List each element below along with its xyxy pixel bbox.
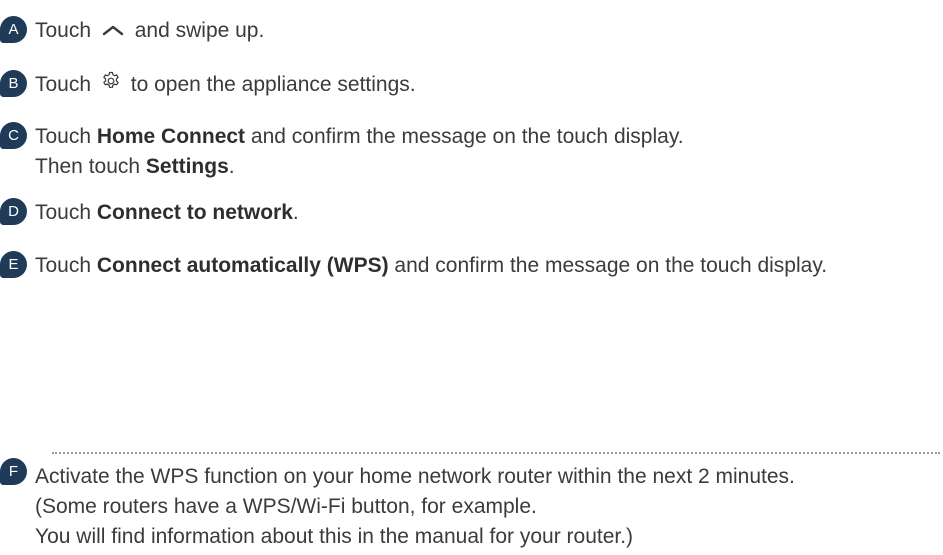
- step-b: B Touch to open the appliance settings.: [0, 70, 416, 100]
- step-d-bold: Connect to network: [96, 201, 293, 224]
- step-d: D Touch Connect to network.: [0, 198, 299, 228]
- step-b-post: to open the appliance settings.: [130, 73, 416, 96]
- step-b-pre: Touch: [35, 73, 92, 96]
- step-badge-c: C: [0, 122, 27, 149]
- step-c-text: Touch Home Connect and confirm the messa…: [35, 122, 684, 182]
- step-badge-f: F: [0, 458, 27, 485]
- step-badge-a: A: [0, 16, 27, 43]
- step-badge-e: E: [0, 251, 27, 278]
- step-badge-b: B: [0, 70, 27, 97]
- step-e-bold: Connect automatically (WPS): [96, 254, 389, 277]
- step-e-text: Touch Connect automatically (WPS) and co…: [35, 251, 827, 281]
- step-c-pre: Touch: [35, 125, 97, 148]
- step-d-post: .: [292, 201, 299, 224]
- step-e: E Touch Connect automatically (WPS) and …: [0, 251, 827, 281]
- step-a-pre: Touch: [35, 19, 92, 42]
- step-a: A Touch and swipe up.: [0, 16, 264, 46]
- step-c-line2-pre: Then touch: [35, 155, 146, 178]
- step-b-text: Touch to open the appliance settings.: [35, 70, 416, 100]
- step-e-post: and confirm the message on the touch dis…: [388, 254, 828, 277]
- step-d-text: Touch Connect to network.: [35, 198, 299, 228]
- gear-icon: [101, 70, 121, 100]
- step-a-post: and swipe up.: [134, 19, 265, 42]
- step-f: F Activate the WPS function on your home…: [0, 458, 795, 552]
- step-d-pre: Touch: [35, 201, 97, 224]
- step-e-pre: Touch: [35, 254, 97, 277]
- step-c-line-1: Touch Home Connect and confirm the messa…: [35, 122, 684, 152]
- step-c-bold: Home Connect: [96, 125, 246, 148]
- step-c-line-2: Then touch Settings.: [35, 152, 684, 182]
- step-f-line-3: You will find information about this in …: [35, 525, 634, 548]
- chevron-up-icon: [101, 16, 125, 46]
- step-f-line-1: Activate the WPS function on your home n…: [35, 465, 795, 488]
- step-c-line2-post: .: [228, 155, 235, 178]
- step-c-post: and confirm the message on the touch dis…: [245, 125, 684, 148]
- step-c-line2-bold: Settings: [145, 155, 229, 178]
- dotted-divider: [52, 452, 940, 454]
- step-badge-d: D: [0, 198, 27, 225]
- step-a-text: Touch and swipe up.: [35, 16, 264, 46]
- step-c: C Touch Home Connect and confirm the mes…: [0, 122, 684, 182]
- step-f-line-2: (Some routers have a WPS/Wi-Fi button, f…: [35, 495, 537, 518]
- step-f-text: Activate the WPS function on your home n…: [35, 462, 795, 552]
